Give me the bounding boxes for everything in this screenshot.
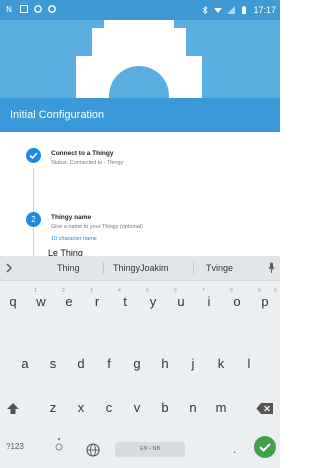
- key-p[interactable]: p: [254, 294, 276, 309]
- step-1-title: Connect to a Thingy: [51, 150, 114, 157]
- key-n[interactable]: n: [182, 400, 204, 415]
- key-m[interactable]: m: [210, 400, 232, 415]
- suggestion-2[interactable]: ThingyJoakim: [113, 263, 169, 273]
- microphone-icon[interactable]: [268, 262, 275, 274]
- key-period[interactable]: .: [233, 442, 236, 456]
- svg-text:N: N: [6, 5, 12, 13]
- backspace-icon[interactable]: [256, 402, 274, 415]
- status-time: 17:17: [253, 5, 276, 15]
- signal-icon: [227, 6, 236, 14]
- key-e[interactable]: e: [58, 294, 80, 309]
- keyboard-row-1: 1 2 3 4 5 6 7 8 9 0 q w e r t y u i o p: [0, 280, 280, 316]
- key-u[interactable]: u: [170, 294, 192, 309]
- key-y[interactable]: y: [142, 294, 164, 309]
- notification-icon: [48, 5, 56, 13]
- divider: [193, 262, 194, 274]
- step-connector: [33, 228, 34, 258]
- enter-button[interactable]: [254, 436, 276, 458]
- key-t[interactable]: t: [114, 294, 136, 309]
- gear-icon: [76, 20, 202, 98]
- header-image: [0, 20, 280, 98]
- wifi-icon: [214, 8, 223, 13]
- key-z[interactable]: z: [42, 400, 64, 415]
- step-2-number: 2: [26, 212, 41, 227]
- step-complete-icon: [26, 148, 41, 163]
- space-bar[interactable]: EN • NB: [115, 442, 185, 457]
- status-bar: N 17:17: [0, 0, 280, 20]
- key-r[interactable]: r: [86, 294, 108, 309]
- key-q[interactable]: q: [2, 294, 24, 309]
- app-bar: Initial Configuration: [0, 98, 280, 132]
- divider: [103, 262, 104, 274]
- name-field-hint: 10 character name: [51, 236, 97, 242]
- bluetooth-icon: [203, 6, 209, 14]
- suggestion-3[interactable]: Tvinge: [206, 263, 233, 273]
- emoji-icon[interactable]: [54, 436, 64, 452]
- notification-icon: [34, 5, 42, 13]
- key-i[interactable]: i: [198, 294, 220, 309]
- key-w[interactable]: w: [30, 294, 52, 309]
- step-1-subtitle: Status: Connected to : Thingy: [51, 160, 124, 166]
- shift-icon[interactable]: [6, 402, 20, 416]
- check-icon: [259, 443, 271, 452]
- page-title: Initial Configuration: [10, 109, 105, 121]
- step-connector: [33, 168, 34, 212]
- key-symbols[interactable]: ?123: [6, 442, 24, 451]
- key-c[interactable]: c: [98, 400, 120, 415]
- key-o[interactable]: o: [226, 294, 248, 309]
- keyboard-row-3: z x c v b n m: [0, 352, 280, 415]
- keyboard-row-2: a s d f g h j k l: [0, 316, 280, 371]
- step-2-title: Thingy name: [51, 214, 92, 221]
- battery-icon: [242, 6, 247, 14]
- chevron-right-icon[interactable]: [6, 263, 12, 273]
- image-icon: [20, 5, 28, 13]
- suggestion-strip: Thing ThingyJoakim Tvinge: [0, 256, 280, 281]
- suggestion-1[interactable]: Thing: [57, 263, 80, 273]
- globe-icon[interactable]: [86, 443, 100, 457]
- key-x[interactable]: x: [70, 400, 92, 415]
- nfc-icon: N: [6, 5, 12, 13]
- step-2-subtitle: Give a name to your Thingy (optional): [51, 224, 143, 230]
- key-b[interactable]: b: [154, 400, 176, 415]
- check-icon: [29, 152, 38, 160]
- key-v[interactable]: v: [126, 400, 148, 415]
- status-left-icons: N: [6, 5, 56, 13]
- soft-keyboard: Thing ThingyJoakim Tvinge 1 2 3 4 5 6 7 …: [0, 256, 280, 468]
- status-right-icons: 17:17: [201, 5, 276, 15]
